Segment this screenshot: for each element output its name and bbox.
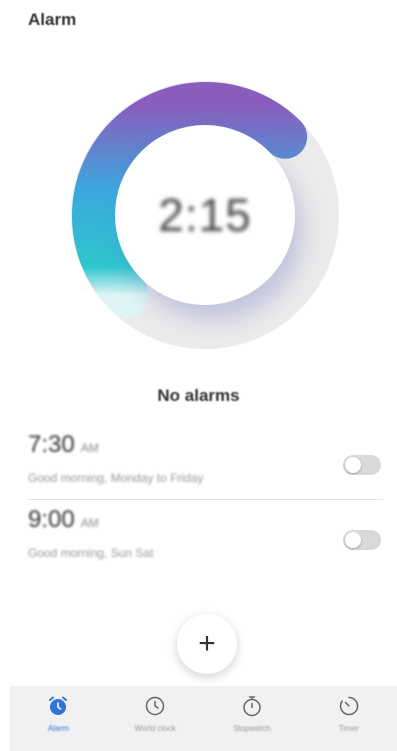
alarm-label: Good morning, Monday to Friday bbox=[28, 471, 204, 485]
plus-icon: + bbox=[198, 627, 216, 660]
alarm-item[interactable]: 9:00 AM Good morning, Sun Sat bbox=[28, 500, 383, 574]
alarm-item[interactable]: 7:30 AM Good morning, Monday to Friday bbox=[28, 425, 383, 500]
current-time: 2:15 bbox=[158, 189, 252, 241]
alarm-time-value: 7:30 bbox=[28, 431, 75, 458]
alarm-toggle[interactable] bbox=[343, 530, 381, 550]
alarm-ampm: AM bbox=[80, 441, 99, 455]
tab-label: Stopwatch bbox=[233, 724, 271, 733]
tab-label: World clock bbox=[134, 724, 176, 733]
tab-timer[interactable]: Timer bbox=[300, 686, 397, 751]
tab-label: Alarm bbox=[47, 724, 69, 733]
alarm-toggle[interactable] bbox=[343, 455, 381, 475]
tab-alarm[interactable]: Alarm bbox=[10, 686, 107, 751]
no-alarms-label: No alarms bbox=[157, 386, 240, 405]
add-alarm-button[interactable]: + bbox=[177, 614, 237, 674]
timer-icon bbox=[339, 696, 358, 716]
page-title: Alarm bbox=[28, 10, 77, 29]
clock-icon bbox=[145, 696, 165, 716]
toggle-knob bbox=[345, 457, 361, 473]
alarm-time: 7:30 AM bbox=[28, 431, 99, 459]
tab-stopwatch[interactable]: Stopwatch bbox=[204, 686, 301, 751]
time-dial: 2:15 bbox=[70, 80, 340, 350]
toggle-knob bbox=[345, 532, 361, 548]
alarm-label: Good morning, Sun Sat bbox=[28, 546, 154, 560]
alarm-time: 9:00 AM bbox=[28, 506, 99, 534]
alarm-ampm: AM bbox=[80, 516, 99, 530]
alarm-list: 7:30 AM Good morning, Monday to Friday 9:… bbox=[28, 425, 383, 574]
tab-world-clock[interactable]: World clock bbox=[107, 686, 204, 751]
bottom-nav: Alarm World clock Stopwatch Timer bbox=[10, 686, 397, 751]
stopwatch-icon bbox=[243, 696, 261, 717]
alarm-clock-icon bbox=[49, 696, 68, 715]
tab-label: Timer bbox=[338, 724, 359, 733]
alarm-time-value: 9:00 bbox=[28, 506, 75, 533]
clock-face: 2:15 bbox=[115, 125, 295, 305]
